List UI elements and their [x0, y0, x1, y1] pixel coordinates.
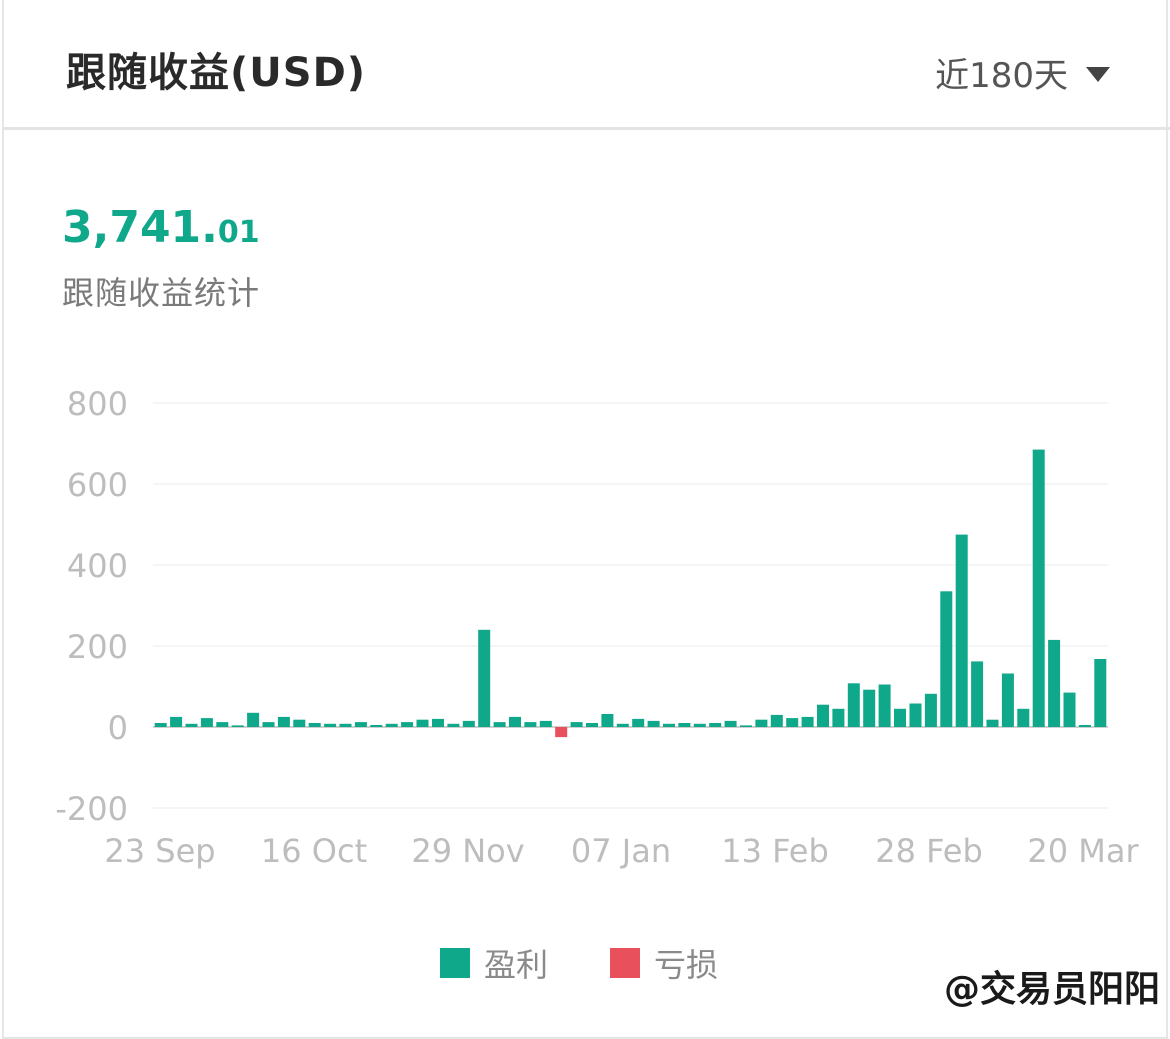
profit-bar — [878, 684, 891, 727]
y-tick-label: 200 — [67, 628, 128, 666]
legend-label-loss: 亏损 — [654, 946, 719, 984]
profit-bar — [724, 720, 737, 727]
profit-bar — [663, 723, 675, 727]
x-tick-label: 13 Feb — [721, 832, 829, 870]
profit-bar — [924, 693, 937, 727]
profit-bar — [493, 722, 506, 727]
profit-bar — [1001, 673, 1014, 727]
profit-bar — [847, 683, 860, 727]
x-tick-label: 20 Mar — [1027, 832, 1139, 870]
profit-bar — [432, 718, 444, 727]
profit-bar — [324, 723, 337, 727]
profit-bar — [740, 725, 752, 727]
profit-bar — [632, 718, 645, 727]
y-tick-label: 800 — [67, 385, 128, 423]
profit-bar — [586, 723, 598, 727]
profit-bar — [524, 722, 537, 727]
profit-bar — [370, 725, 383, 727]
profit-bar — [986, 719, 999, 727]
profit-bar — [1032, 449, 1045, 727]
legend: 盈利 亏损 — [440, 940, 780, 986]
profit-bar — [185, 723, 198, 727]
profit-bar — [462, 720, 475, 727]
profit-bar — [770, 714, 783, 727]
profit-bar — [971, 661, 984, 727]
profit-bar — [478, 629, 491, 727]
y-tick-label: -200 — [55, 790, 128, 828]
legend-item-loss[interactable]: 亏损 — [610, 940, 718, 986]
profit-bar — [832, 708, 845, 727]
y-axis-ticks: 800 600 400 200 0 -200 — [55, 385, 128, 828]
profit-bar — [616, 723, 629, 727]
profit-bar — [1094, 659, 1107, 727]
legend-swatch-loss — [610, 948, 641, 978]
profit-bar — [539, 720, 552, 727]
x-tick-label: 07 Jan — [571, 832, 671, 870]
profit-bar — [401, 722, 414, 727]
x-tick-label: 28 Feb — [875, 832, 983, 870]
profit-bar — [385, 723, 398, 727]
legend-label-profit: 盈利 — [484, 946, 549, 984]
profit-bar — [786, 718, 799, 727]
profit-bar — [308, 723, 321, 727]
profit-bar — [293, 719, 306, 727]
x-tick-label: 29 Nov — [411, 832, 524, 870]
profit-bar — [170, 716, 183, 727]
profit-bar — [354, 722, 367, 727]
profit-bar — [277, 716, 290, 727]
profit-bar — [154, 723, 167, 727]
profit-bar — [755, 719, 768, 727]
y-tick-label: 600 — [67, 466, 128, 504]
y-tick-label: 0 — [108, 709, 128, 747]
profit-bar — [570, 722, 583, 727]
profit-bar — [678, 723, 691, 727]
profit-bar — [509, 716, 521, 727]
profit-bar — [247, 712, 260, 727]
profit-bar — [447, 723, 460, 727]
profit-bar — [416, 719, 429, 727]
legend-item-profit[interactable]: 盈利 — [440, 940, 548, 986]
profit-bar — [1078, 725, 1091, 727]
profit-bar — [863, 689, 876, 727]
profit-bar — [262, 722, 275, 727]
profit-bar — [1017, 708, 1030, 727]
legend-swatch-profit — [440, 948, 470, 978]
profit-bar — [200, 718, 213, 727]
profit-bar — [339, 723, 352, 727]
profit-bar — [1048, 639, 1061, 727]
profit-bar — [1063, 692, 1076, 727]
x-axis-ticks: 23 Sep 16 Oct 29 Nov 07 Jan 13 Feb 28 Feb 20 M… — [104, 832, 1139, 870]
profit-bar — [894, 708, 906, 727]
x-tick-label: 16 Oct — [261, 832, 367, 870]
profit-bar — [909, 703, 922, 727]
bars — [154, 449, 1107, 738]
profit-bar-chart: 800 600 400 200 0 -200 23 Sep 16 Oct 29 Nov 07 J… — [55, 385, 1139, 870]
profit-bar — [216, 722, 229, 727]
loss-bar — [555, 727, 568, 738]
y-tick-label: 400 — [67, 547, 128, 585]
profit-bar — [940, 591, 953, 727]
profit-bar — [955, 534, 968, 727]
profit-bar — [801, 716, 814, 727]
profit-bar — [709, 723, 722, 727]
x-tick-label: 23 Sep — [104, 832, 215, 870]
profit-bar — [647, 720, 660, 727]
profit-bar — [231, 725, 244, 727]
profit-bar — [817, 704, 829, 727]
watermark: @交易员阳阳 — [943, 969, 1160, 1010]
profit-bar — [601, 714, 614, 727]
profit-bar — [693, 723, 706, 727]
